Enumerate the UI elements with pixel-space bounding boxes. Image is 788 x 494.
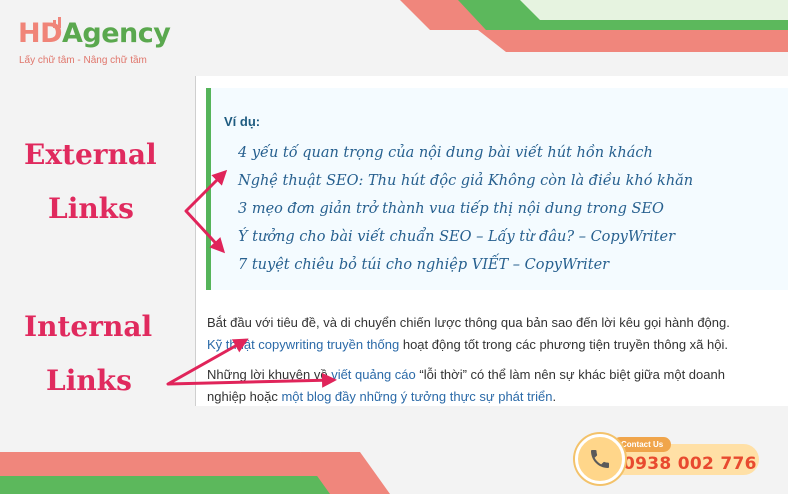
arrows-overlay xyxy=(166,169,337,388)
internal-arrow xyxy=(166,338,337,388)
phone-icon[interactable] xyxy=(575,434,625,484)
slide: HDAgency Lấy chữ tâm - Nâng chữ tầm Ví d… xyxy=(0,0,788,494)
external-arrow xyxy=(184,169,228,254)
contact-widget[interactable]: Contact Us 0938 002 776 xyxy=(575,431,771,484)
contact-phone-number[interactable]: 0938 002 776 xyxy=(623,454,757,474)
